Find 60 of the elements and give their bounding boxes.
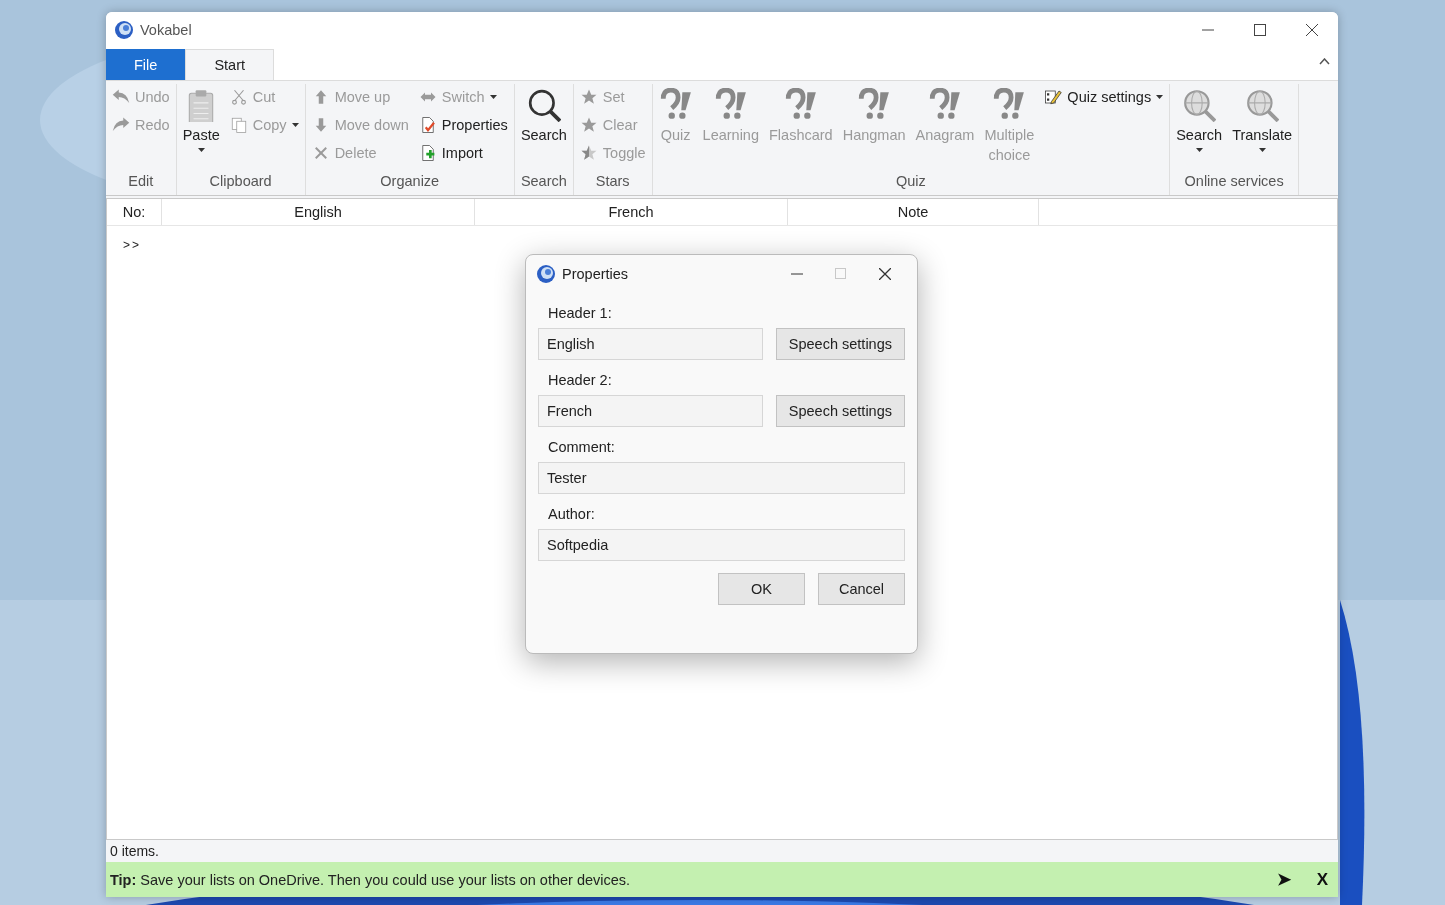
star-icon — [579, 116, 598, 134]
search-icon — [526, 88, 561, 122]
ribbon-button[interactable]: Paste — [179, 84, 223, 156]
group-label: Organize — [380, 173, 440, 191]
dialog-title: Properties — [562, 266, 630, 282]
field-label: Header 1: — [547, 304, 613, 323]
next-tip-button[interactable]: ➤ — [1270, 869, 1297, 890]
scissors-icon — [229, 88, 248, 106]
text-field[interactable]: French — [538, 395, 763, 427]
group-label: Edit — [128, 173, 154, 191]
field-label: Comment: — [547, 438, 616, 457]
globe-search-icon — [1245, 88, 1280, 122]
text-field[interactable]: Softpedia — [538, 529, 905, 561]
question-exclamation-icon — [857, 88, 892, 122]
question-exclamation-icon — [927, 88, 962, 122]
ribbon-tab[interactable]: Start — [185, 49, 274, 80]
checklist-pencil-icon — [1044, 88, 1063, 106]
column-header[interactable]: No: — [107, 199, 162, 225]
dialog-button[interactable]: OK — [718, 573, 805, 605]
group-label: Quiz — [895, 173, 926, 191]
field-label: Author: — [547, 505, 596, 524]
window-title: Vokabel — [140, 22, 193, 38]
column-header[interactable]: Note — [788, 199, 1039, 225]
close-icon[interactable] — [1306, 24, 1318, 36]
ribbon-button[interactable]: Import — [415, 140, 511, 166]
dialog-button[interactable]: Cancel — [818, 573, 905, 605]
question-exclamation-icon — [713, 88, 748, 122]
ribbon-button[interactable]: Quiz settings — [1041, 84, 1167, 110]
speech-settings-button[interactable]: Speech settings — [775, 395, 905, 427]
collapse-icon[interactable] — [1319, 58, 1330, 65]
half-star-icon — [579, 144, 598, 162]
question-exclamation-icon — [658, 88, 693, 122]
text-field[interactable]: Tester — [538, 462, 905, 494]
tip-text: Tip: Save your lists on OneDrive. Then you could use your lists on other devices. — [110, 871, 632, 888]
maximize-icon[interactable] — [1254, 24, 1266, 36]
speech-settings-button[interactable]: Speech settings — [775, 328, 905, 360]
column-header[interactable]: English — [162, 199, 475, 225]
field-label: Header 2: — [547, 371, 613, 390]
ribbon-button[interactable]: Search — [1173, 84, 1226, 156]
group-label: Clipboard — [209, 173, 272, 191]
close-tip-button[interactable]: X — [1310, 869, 1334, 890]
group-label: Stars — [595, 173, 630, 191]
star-icon — [579, 88, 598, 106]
status-text: 0 items. — [110, 843, 159, 859]
group-label: Search — [520, 173, 567, 191]
ribbon-button[interactable]: Translate — [1229, 84, 1296, 156]
pages-icon — [229, 116, 248, 134]
column-header[interactable]: French — [475, 199, 788, 225]
ribbon-button[interactable]: Search — [517, 84, 570, 149]
new-row-marker: >> — [123, 238, 141, 252]
question-exclamation-icon — [992, 88, 1027, 122]
globe-search-icon — [1182, 88, 1217, 122]
question-exclamation-icon — [783, 88, 818, 122]
group-label: Online services — [1184, 173, 1284, 191]
app-logo-icon — [114, 20, 134, 40]
text-field[interactable]: English — [538, 328, 763, 360]
ribbon-tab[interactable]: File — [106, 49, 186, 80]
app-logo-icon — [536, 264, 556, 284]
close-icon[interactable] — [879, 268, 891, 280]
ribbon-button[interactable]: Properties — [415, 112, 511, 138]
